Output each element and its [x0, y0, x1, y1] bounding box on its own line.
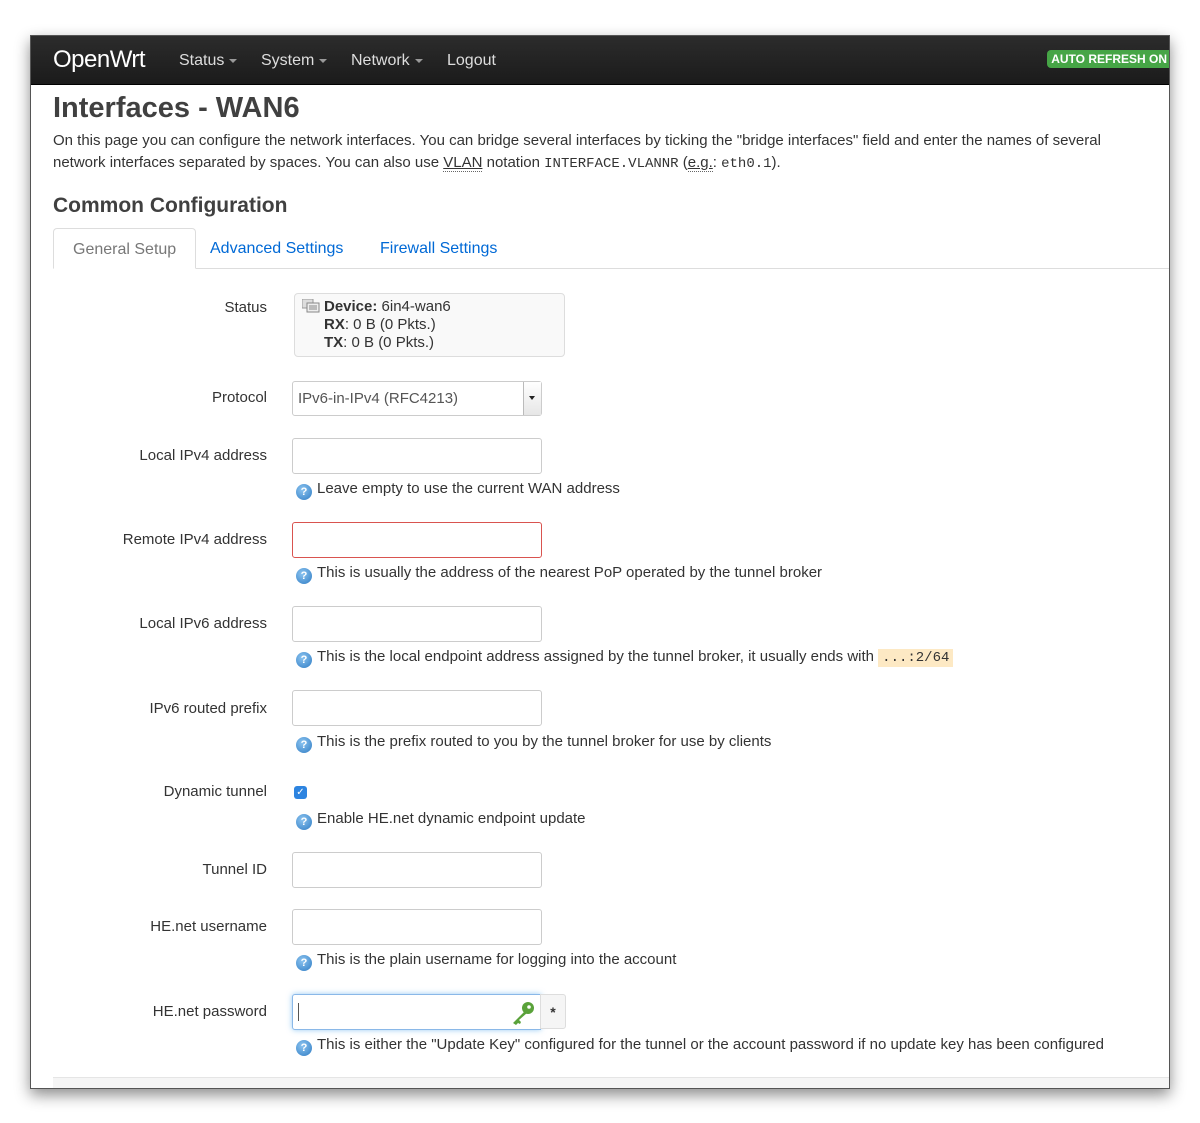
status-device: Device: 6in4-wan6: [324, 298, 564, 316]
help-icon: ?: [296, 652, 312, 668]
protocol-select[interactable]: IPv6-in-IPv4 (RFC4213): [292, 381, 542, 416]
menu-label: Network: [351, 52, 410, 69]
page-title: Interfaces - WAN6: [53, 92, 300, 125]
help-text: This is the plain username for logging i…: [317, 951, 676, 968]
dynamic-tunnel-label: Dynamic tunnel: [164, 783, 267, 800]
help-text: This is usually the address of the neare…: [317, 564, 822, 581]
protocol-value: IPv6-in-IPv4 (RFC4213): [298, 390, 458, 407]
intro-text: ).: [772, 154, 781, 171]
text-cursor: [298, 1003, 299, 1021]
dropdown-arrow-icon[interactable]: [523, 382, 541, 415]
page-description: On this page you can configure the netwo…: [53, 130, 1153, 175]
tab-advanced-settings[interactable]: Advanced Settings: [191, 228, 362, 269]
help-code: ...:2/64: [878, 649, 953, 667]
network-device-icon: [302, 299, 320, 314]
tunnel-id-label: Tunnel ID: [203, 861, 267, 878]
navbar: OpenWrt Status System Network Logout AUT…: [31, 36, 1169, 85]
local-ipv4-help: ? Leave empty to use the current WAN addr…: [296, 480, 620, 500]
help-text: This is the prefix routed to you by the …: [317, 733, 771, 750]
local-ipv6-label: Local IPv6 address: [139, 615, 267, 632]
protocol-label: Protocol: [212, 389, 267, 406]
device-label: Device:: [324, 298, 377, 315]
menu-label: Status: [179, 52, 224, 69]
help-text: This is either the "Update Key" configur…: [317, 1036, 1104, 1053]
device-value: 6in4-wan6: [377, 298, 450, 315]
help-text: This is the local endpoint address assig…: [317, 648, 878, 665]
remote-ipv4-input[interactable]: [292, 522, 542, 558]
status-rx: RX: 0 B (0 Pkts.): [324, 316, 564, 334]
prefix-input[interactable]: [292, 690, 542, 726]
menu-status[interactable]: Status: [179, 52, 237, 70]
local-ipv6-help: ? This is the local endpoint address assi…: [296, 648, 953, 668]
help-icon: ?: [296, 568, 312, 584]
tab-bar: General Setup Advanced Settings Firewall…: [53, 228, 1169, 269]
section-footer: [53, 1077, 1169, 1089]
intro-text: notation: [482, 154, 544, 171]
caret-down-icon: [415, 59, 423, 63]
menu-logout[interactable]: Logout: [447, 52, 496, 70]
intro-text: :: [713, 154, 721, 171]
tx-label: TX: [324, 334, 343, 351]
tunnel-id-input[interactable]: [292, 852, 542, 888]
browser-window: OpenWrt Status System Network Logout AUT…: [30, 35, 1170, 1089]
reveal-password-button[interactable]: *: [540, 994, 566, 1029]
rx-label: RX: [324, 316, 345, 333]
help-icon: ?: [296, 484, 312, 500]
key-icon: [510, 1000, 536, 1026]
tab-firewall-settings[interactable]: Firewall Settings: [361, 228, 516, 269]
tab-general-setup[interactable]: General Setup: [53, 228, 196, 269]
help-icon: ?: [296, 737, 312, 753]
prefix-help: ? This is the prefix routed to you by the…: [296, 733, 771, 753]
help-icon: ?: [296, 1040, 312, 1056]
menu-network[interactable]: Network: [351, 52, 423, 70]
intro-code: INTERFACE.VLANNR: [544, 156, 678, 172]
brand-logo[interactable]: OpenWrt: [53, 46, 145, 74]
eg-abbr: e.g.: [688, 154, 713, 172]
dynamic-tunnel-help: ? Enable HE.net dynamic endpoint update: [296, 810, 586, 830]
section-title: Common Configuration: [53, 194, 287, 218]
password-input[interactable]: [292, 994, 541, 1030]
username-label: HE.net username: [150, 918, 267, 935]
help-icon: ?: [296, 814, 312, 830]
status-tx: TX: 0 B (0 Pkts.): [324, 334, 564, 352]
help-icon: ?: [296, 955, 312, 971]
remote-ipv4-help: ? This is usually the address of the near…: [296, 564, 822, 584]
username-help: ? This is the plain username for logging …: [296, 951, 676, 971]
status-box: Device: 6in4-wan6 RX: 0 B (0 Pkts.) TX: …: [294, 293, 565, 357]
password-help: ? This is either the "Update Key" configu…: [296, 1036, 1104, 1056]
local-ipv4-input[interactable]: [292, 438, 542, 474]
help-text: Enable HE.net dynamic endpoint update: [317, 810, 586, 827]
rx-value: : 0 B (0 Pkts.): [345, 316, 436, 333]
help-text: Leave empty to use the current WAN addre…: [317, 480, 620, 497]
remote-ipv4-label: Remote IPv4 address: [123, 531, 267, 548]
dynamic-tunnel-checkbox[interactable]: ✓: [294, 786, 307, 799]
local-ipv4-label: Local IPv4 address: [139, 447, 267, 464]
menu-label: System: [261, 52, 314, 69]
intro-code: eth0.1: [721, 156, 771, 172]
status-label: Status: [224, 299, 267, 316]
caret-down-icon: [229, 59, 237, 63]
caret-down-icon: [319, 59, 327, 63]
password-label: HE.net password: [153, 1003, 267, 1020]
vlan-abbr: VLAN: [443, 154, 482, 172]
username-input[interactable]: [292, 909, 542, 945]
auto-refresh-badge[interactable]: AUTO REFRESH ON: [1047, 50, 1169, 68]
local-ipv6-input[interactable]: [292, 606, 542, 642]
intro-text: (: [679, 154, 688, 171]
menu-system[interactable]: System: [261, 52, 327, 70]
tx-value: : 0 B (0 Pkts.): [343, 334, 434, 351]
prefix-label: IPv6 routed prefix: [149, 700, 267, 717]
